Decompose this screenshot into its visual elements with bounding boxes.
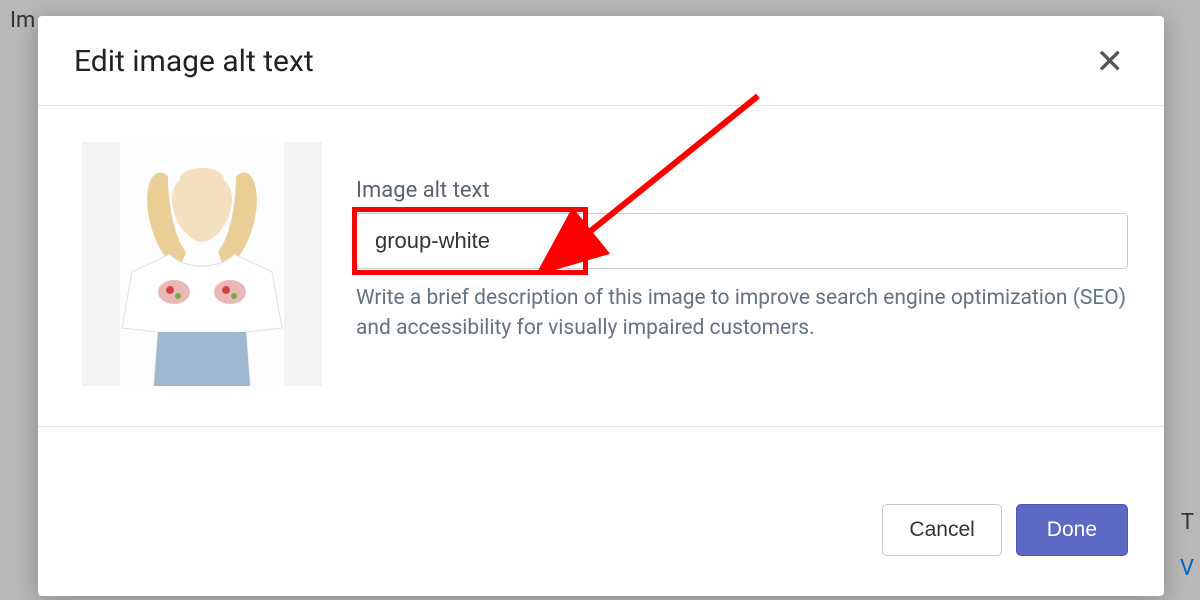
product-image-icon	[82, 142, 322, 386]
bg-text: T	[1181, 510, 1194, 535]
cancel-button[interactable]: Cancel	[882, 504, 1001, 556]
field-area: Image alt text Write a brief description…	[356, 142, 1128, 386]
close-button[interactable]: ✕	[1092, 45, 1129, 79]
help-text: Write a brief description of this image …	[356, 283, 1128, 344]
bg-text: V	[1180, 556, 1194, 581]
edit-alt-text-modal: Edit image alt text ✕ Im	[38, 16, 1164, 596]
done-button[interactable]: Done	[1016, 504, 1128, 556]
modal-header: Edit image alt text ✕	[38, 16, 1164, 106]
modal-footer: Cancel Done	[38, 427, 1164, 596]
modal-body: Image alt text Write a brief description…	[38, 106, 1164, 427]
input-wrapper	[356, 213, 1128, 269]
modal-title: Edit image alt text	[74, 44, 314, 79]
close-icon: ✕	[1096, 43, 1125, 81]
alt-text-input[interactable]	[356, 213, 1128, 269]
bg-text: Im	[10, 8, 35, 33]
alt-text-label: Image alt text	[356, 178, 1128, 203]
image-thumbnail	[82, 142, 322, 386]
